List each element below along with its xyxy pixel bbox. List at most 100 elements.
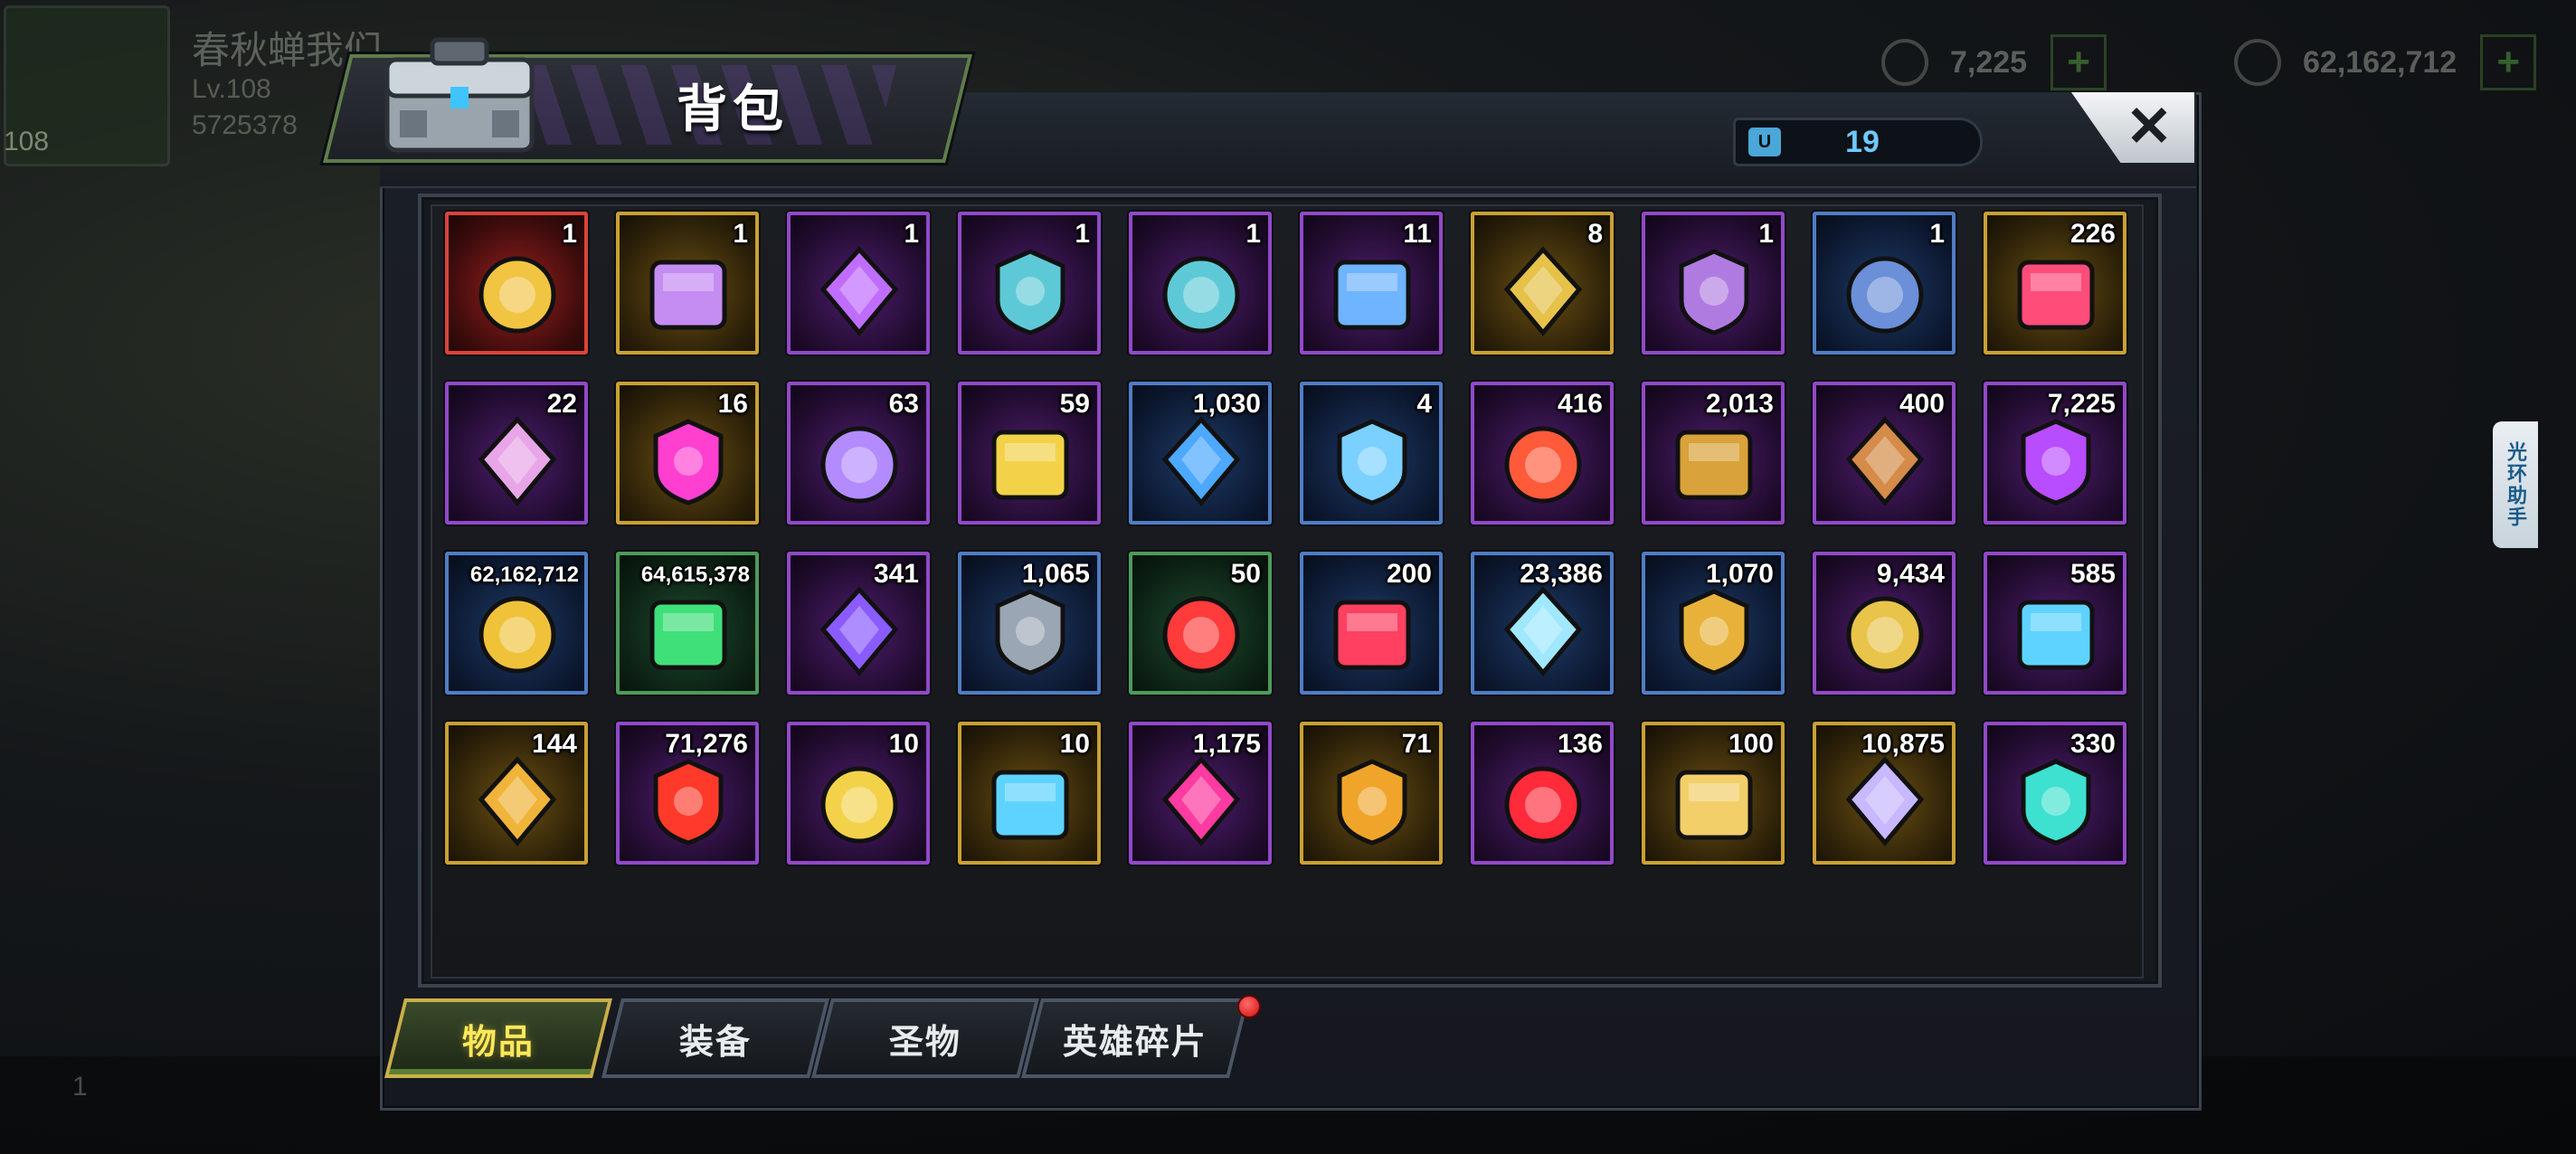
item-slot[interactable]: 1 <box>787 212 930 355</box>
backpack-chest-icon <box>384 37 535 153</box>
item-slot[interactable]: 1,070 <box>1642 552 1785 695</box>
police-badge-icon <box>991 430 1069 500</box>
item-slot[interactable]: 63 <box>787 382 930 525</box>
item-slot[interactable]: 7,225 <box>1984 382 2126 525</box>
item-quantity: 10,875 <box>1861 729 1945 759</box>
device-icon <box>1333 260 1411 330</box>
item-slot[interactable]: 1 <box>616 212 759 355</box>
item-quantity: 23,386 <box>1520 559 1603 589</box>
item-slot[interactable]: 2,013 <box>1642 382 1785 525</box>
item-quantity: 50 <box>1230 559 1261 589</box>
biohazard-icon <box>653 759 724 846</box>
item-slot[interactable]: 400 <box>1813 382 1956 525</box>
item-slot[interactable]: 8 <box>1471 212 1614 355</box>
item-slot[interactable]: 1 <box>445 212 588 355</box>
crystal-shard-icon <box>1503 586 1583 676</box>
item-slot[interactable]: 62,162,712 <box>445 552 588 695</box>
coin-icon <box>2234 39 2281 86</box>
tab-relics[interactable]: 圣物 <box>811 998 1039 1078</box>
helmet-icon <box>1333 600 1411 670</box>
page-title: 背包 <box>677 80 789 137</box>
gold-stack-icon <box>1337 759 1407 846</box>
item-quantity: 71,276 <box>665 729 748 759</box>
item-slot[interactable]: 1 <box>958 212 1101 355</box>
item-quantity: 11 <box>1403 219 1432 249</box>
puzzle-piece-icon <box>1846 596 1924 674</box>
item-slot[interactable]: 1 <box>1813 212 1956 355</box>
item-quantity: 4 <box>1416 389 1432 419</box>
item-slot[interactable]: 50 <box>1129 552 1272 695</box>
item-slot[interactable]: 10,875 <box>1813 722 1956 865</box>
item-quantity: 416 <box>1557 389 1603 419</box>
item-quantity: 9,434 <box>1876 559 1945 589</box>
item-slot[interactable]: 71 <box>1300 722 1443 865</box>
gold-coins-icon <box>478 596 556 674</box>
item-quantity: 16 <box>717 389 748 419</box>
bag-capacity-icon: U <box>1748 128 1781 156</box>
item-slot[interactable]: 10 <box>787 722 930 865</box>
item-slot[interactable]: 200 <box>1300 552 1443 695</box>
item-slot[interactable]: 226 <box>1984 212 2126 355</box>
item-quantity: 22 <box>546 389 577 419</box>
item-slot[interactable]: 144 <box>445 722 588 865</box>
item-quantity: 1,175 <box>1192 729 1261 759</box>
item-slot[interactable]: 1 <box>1129 212 1272 355</box>
item-slot[interactable]: 16 <box>616 382 759 525</box>
item-slot[interactable]: 100 <box>1642 722 1785 865</box>
item-quantity: 1 <box>562 219 577 249</box>
item-slot[interactable]: 10 <box>958 722 1101 865</box>
item-slot[interactable]: 22 <box>445 382 588 525</box>
item-slot[interactable]: 1,030 <box>1129 382 1272 525</box>
item-slot[interactable]: 1,065 <box>958 552 1101 695</box>
item-quantity: 341 <box>873 559 919 589</box>
lightning-coin-icon <box>820 766 898 844</box>
item-quantity: 1,070 <box>1705 559 1774 589</box>
item-quantity: 59 <box>1059 389 1090 419</box>
helper-tab[interactable]: 光环助手 <box>2493 421 2538 548</box>
ur-chest-lvs-icon <box>649 260 727 330</box>
add-coins-button[interactable]: + <box>2480 34 2537 90</box>
item-quantity: 1 <box>1758 219 1774 249</box>
item-slot[interactable]: 416 <box>1471 382 1614 525</box>
item-quantity: 144 <box>531 729 577 759</box>
add-gems-button[interactable]: + <box>2050 34 2107 90</box>
cinema-ticket-icon <box>1161 416 1241 506</box>
item-slot[interactable]: 71,276 <box>616 722 759 865</box>
s-cap-icon <box>653 419 724 506</box>
item-quantity: 63 <box>888 389 919 419</box>
bottle-cap-icon <box>2017 260 2095 330</box>
item-quantity: 7,225 <box>2047 389 2116 419</box>
item-quantity: 62,162,712 <box>469 563 579 587</box>
friends-count: 1 <box>72 1072 88 1102</box>
item-slot[interactable]: 4 <box>1300 382 1443 525</box>
item-slot[interactable]: 23,386 <box>1471 552 1614 695</box>
item-quantity: 1,030 <box>1192 389 1261 419</box>
24h-card-icon <box>1503 246 1583 336</box>
item-slot[interactable]: 136 <box>1471 722 1614 865</box>
item-slot[interactable]: 9,434 <box>1813 552 1956 695</box>
item-quantity: 1 <box>904 219 919 249</box>
notification-dot <box>1237 995 1261 1018</box>
item-slot[interactable]: 11 <box>1300 212 1443 355</box>
item-slot[interactable]: 330 <box>1984 722 2126 865</box>
purple-core-icon <box>819 586 899 676</box>
tab-items[interactable]: 物品 <box>384 998 612 1078</box>
propeller-icon <box>991 770 1069 840</box>
item-quantity: 200 <box>1386 559 1432 589</box>
item-slot[interactable]: 64,615,378 <box>616 552 759 695</box>
iv-crate-icon <box>819 246 899 336</box>
item-slot[interactable]: 1,175 <box>1129 722 1272 865</box>
bullet-icon <box>1675 430 1753 500</box>
purple-gem-icon <box>2021 419 2091 506</box>
gold-fist-icon <box>1679 589 1749 676</box>
item-quantity: 1 <box>1075 219 1090 249</box>
tab-equipment[interactable]: 装备 <box>601 998 829 1078</box>
item-slot[interactable]: 1 <box>1642 212 1785 355</box>
ss-chest-icon <box>1162 256 1240 334</box>
capacity-count: 19 <box>1845 124 1880 159</box>
tab-hero-fragments[interactable]: 英雄碎片 <box>1021 998 1249 1078</box>
item-slot[interactable]: 59 <box>958 382 1101 525</box>
item-slot[interactable]: 585 <box>1984 552 2126 695</box>
close-icon: ✕ <box>2126 96 2173 158</box>
item-slot[interactable]: 341 <box>787 552 930 695</box>
